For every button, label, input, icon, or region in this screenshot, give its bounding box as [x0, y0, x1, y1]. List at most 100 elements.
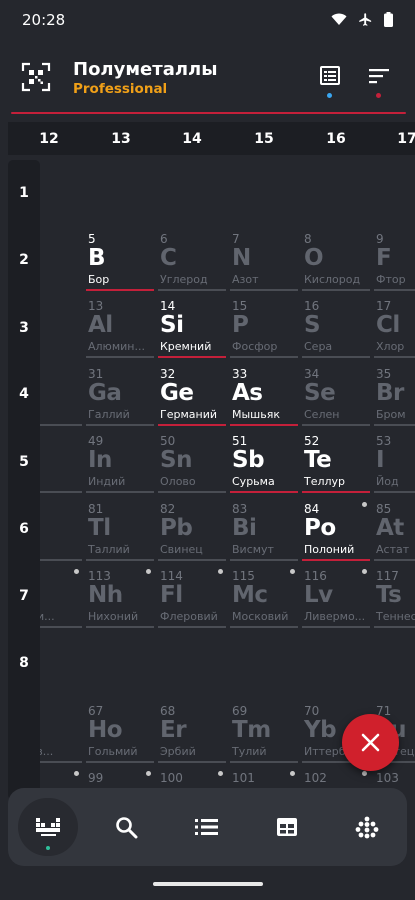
qr-scan-button[interactable]	[21, 62, 51, 92]
atomic-number: 83	[232, 502, 248, 516]
element-cell[interactable]: 5 B Бор	[86, 228, 154, 292]
atomic-number: 115	[232, 569, 255, 583]
element-cell[interactable]: 99	[86, 767, 154, 790]
element-cell[interactable]: 100	[158, 767, 226, 790]
home-indicator[interactable]	[153, 882, 263, 886]
element-cell[interactable]: 102	[302, 767, 370, 790]
element-cell[interactable]: 14 Si Кремний	[158, 295, 226, 359]
element-name: Бор	[88, 273, 110, 286]
details-list-button[interactable]	[317, 64, 343, 98]
element-cell[interactable]: 17 Cl Хлор	[374, 295, 415, 359]
element-cell[interactable]: 49 In Индий	[86, 430, 154, 494]
element-cell[interactable]: 35 Br Бром	[374, 363, 415, 427]
element-cell[interactable]: gь	[40, 498, 82, 562]
group-number: 17	[397, 131, 415, 147]
atomic-number: 52	[304, 434, 320, 448]
element-cell[interactable]: 34 Se Селен	[302, 363, 370, 427]
element-cell[interactable]: 69 Tm Тулий	[230, 700, 298, 764]
element-cell[interactable]: 32 Ge Германий	[158, 363, 226, 427]
category-underline	[11, 112, 406, 114]
category-underline	[158, 559, 226, 561]
element-cell[interactable]: 83 Bi Висмут	[230, 498, 298, 562]
element-cell[interactable]	[40, 767, 82, 790]
element-name: Германий	[160, 408, 217, 421]
radioactive-dot	[218, 771, 223, 776]
sort-button[interactable]	[366, 64, 392, 98]
category-underline	[158, 761, 226, 763]
atomic-number: 85	[376, 502, 392, 516]
element-cell[interactable]: 116 Lv Ливермо...	[302, 565, 370, 629]
element-cell[interactable]: yироз...	[40, 700, 82, 764]
element-cell[interactable]: dй	[40, 430, 82, 494]
element-cell[interactable]: 8 O Кислород	[302, 228, 370, 292]
element-cell[interactable]: 85 At Астат	[374, 498, 415, 562]
element-name: Кремний	[160, 340, 212, 353]
group-numbers-bar: 12 13 14 15 16 17	[8, 122, 415, 155]
atomic-number: 32	[160, 367, 176, 381]
element-cell[interactable]: 16 S Сера	[302, 295, 370, 359]
element-cell[interactable]: 53 I Йод	[374, 430, 415, 494]
close-filter-button[interactable]	[342, 714, 399, 771]
element-cell[interactable]: 33 As Мышьяк	[230, 363, 298, 427]
period-number: 2	[19, 252, 29, 268]
element-symbol: Se	[304, 380, 336, 406]
element-name: Индий	[88, 475, 126, 488]
element-cell[interactable]: 101	[230, 767, 298, 790]
element-cell[interactable]: 13 Al Алюмин...	[86, 295, 154, 359]
element-cell[interactable]: 114 Fl Флеровий	[158, 565, 226, 629]
page-title: Полуметаллы	[73, 59, 218, 80]
element-symbol: Po	[304, 515, 336, 541]
element-cell[interactable]: 117Ts Теннесс...	[374, 565, 415, 629]
element-cell[interactable]: 115 Mc Московий	[230, 565, 298, 629]
radioactive-dot	[290, 771, 295, 776]
element-cell[interactable]: 84 Po Полоний	[302, 498, 370, 562]
element-cell[interactable]: 31 Ga Галлий	[86, 363, 154, 427]
element-cell[interactable]: 6 C Углерод	[158, 228, 226, 292]
element-cell[interactable]: 15 P Фосфор	[230, 295, 298, 359]
atomic-number: 6	[160, 232, 168, 246]
app-header: Полуметаллы Professional	[0, 50, 415, 112]
element-symbol: Si	[160, 312, 184, 338]
period-number: 4	[19, 386, 29, 402]
nav-tables[interactable]	[257, 798, 317, 856]
element-cell[interactable]: 113 Nh Нихоний	[86, 565, 154, 629]
element-cell[interactable]: 52 Te Теллур	[302, 430, 370, 494]
element-cell[interactable]: nк	[40, 363, 82, 427]
element-cell[interactable]: 67 Ho Гольмий	[86, 700, 154, 764]
radioactive-dot	[290, 569, 295, 574]
periodic-table-grid[interactable]: 5 B Бор 6 C Углерод 7 N Азот 8 O Кислород 9 F Фтор 13 Al…	[40, 160, 415, 790]
category-underline	[230, 761, 298, 763]
element-symbol: At	[376, 515, 404, 541]
element-cell[interactable]: 103	[374, 767, 415, 790]
radioactive-dot	[146, 569, 151, 574]
category-underline	[158, 491, 226, 493]
nav-molecules[interactable]	[337, 798, 397, 856]
indicator-dot	[327, 93, 332, 98]
category-underline	[158, 626, 226, 628]
element-cell[interactable]: 81 Tl Таллий	[86, 498, 154, 562]
element-cell[interactable]: nерни...	[40, 565, 82, 629]
nav-list[interactable]	[177, 798, 237, 856]
element-cell[interactable]: 82 Pb Свинец	[158, 498, 226, 562]
element-symbol: Lv	[304, 582, 333, 608]
molecule-dots-icon	[355, 816, 379, 839]
element-name: Висмут	[232, 543, 274, 556]
periodic-table-icon	[36, 818, 60, 836]
nav-periodic-table[interactable]	[18, 798, 78, 856]
category-underline	[302, 289, 370, 291]
element-name: Тулий	[232, 745, 267, 758]
element-symbol: Pb	[160, 515, 193, 541]
element-cell[interactable]: 9 F Фтор	[374, 228, 415, 292]
element-symbol: Mc	[232, 582, 268, 608]
element-cell[interactable]: 51 Sb Сурьма	[230, 430, 298, 494]
element-name: Таллий	[88, 543, 130, 556]
element-name: Свинец	[160, 543, 203, 556]
radioactive-dot	[146, 771, 151, 776]
element-cell[interactable]: 68 Er Эрбий	[158, 700, 226, 764]
nav-search[interactable]	[97, 798, 157, 856]
element-name: Углерод	[160, 273, 208, 286]
element-cell[interactable]: 7 N Азот	[230, 228, 298, 292]
document-list-icon	[320, 66, 340, 85]
element-cell[interactable]: 50 Sn Олово	[158, 430, 226, 494]
element-name: Флеровий	[160, 610, 218, 623]
